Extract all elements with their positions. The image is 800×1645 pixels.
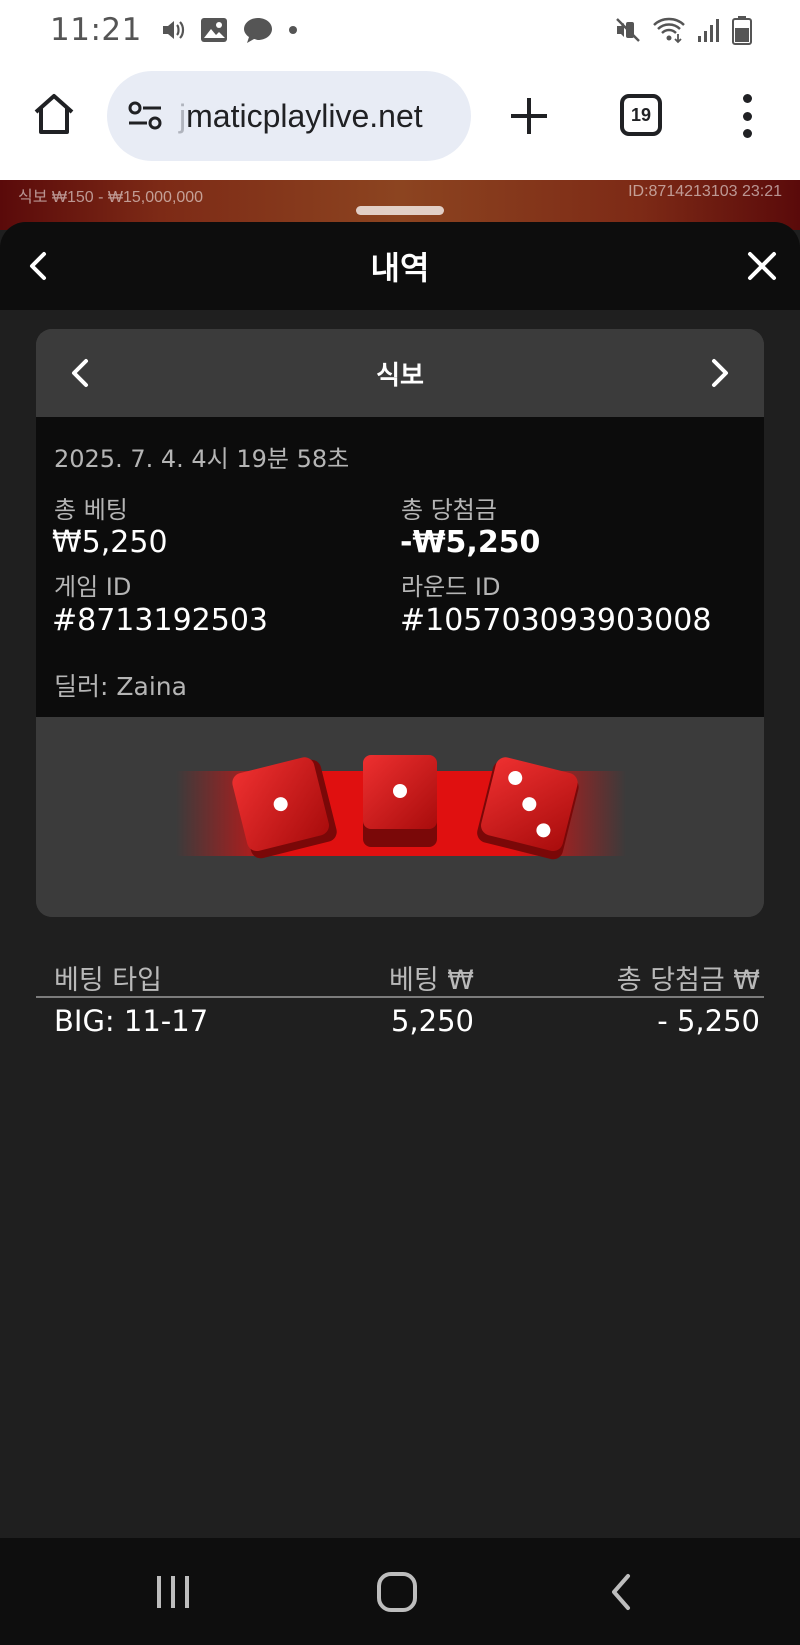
menu-dot — [742, 94, 752, 103]
url-text[interactable]: jmaticplaylive.net — [179, 98, 423, 135]
recents-button[interactable] — [155, 1572, 191, 1612]
game-id-label: 게임 ID — [54, 573, 132, 601]
game-id-value: #8713192503 — [52, 603, 269, 638]
next-round-button[interactable] — [704, 355, 734, 391]
address-bar[interactable]: jmaticplaylive.net — [107, 71, 471, 161]
die-2 — [363, 755, 437, 847]
round-id-label: 라운드 ID — [401, 573, 501, 601]
game-id-time: ID:8714213103 23:21 — [628, 183, 782, 200]
total-bet-label: 총 베팅 — [54, 496, 128, 524]
round-id-value: #105703093903008 — [400, 603, 712, 638]
round-navigator: 식보 — [36, 329, 764, 417]
header-bet-amount: 베팅 ₩ — [389, 965, 474, 996]
battery-icon — [732, 15, 752, 45]
chevron-left-icon — [72, 359, 88, 387]
browser-menu-button[interactable] — [735, 94, 759, 138]
status-bar: 11:21 — [0, 0, 800, 60]
chevron-left-icon — [30, 252, 46, 280]
mute-icon — [614, 16, 642, 44]
dice-result-graphic — [176, 755, 626, 860]
sheet-header: 내역 — [0, 222, 800, 310]
home-circle-icon — [377, 1572, 417, 1612]
dice-result — [36, 717, 764, 917]
total-win-cell: - 5,250 — [657, 1004, 760, 1038]
bet-type-cell: BIG: 11-17 — [54, 1004, 209, 1038]
android-navigation-bar — [0, 1538, 800, 1645]
menu-dot — [742, 111, 752, 121]
menu-dot — [742, 129, 752, 138]
home-icon — [34, 94, 74, 134]
url-domain: maticplaylive.net — [186, 97, 423, 134]
table-row: BIG: 11-17 5,250 - 5,250 — [36, 998, 764, 1046]
messenger-icon — [242, 16, 274, 44]
site-settings-icon[interactable] — [125, 96, 165, 136]
history-sheet: 내역 식보 2025. 7. 4. 4시 19분 58초 총 베팅 ₩5,250… — [0, 222, 800, 1538]
round-info: 2025. 7. 4. 4시 19분 58초 총 베팅 ₩5,250 총 당첨금… — [36, 417, 764, 717]
dealer-name: 딜러: Zaina — [54, 672, 187, 701]
browser-toolbar: jmaticplaylive.net 19 — [0, 60, 800, 180]
new-tab-button[interactable] — [505, 92, 553, 140]
sheet-title: 내역 — [370, 249, 430, 287]
status-icons-right — [614, 15, 752, 45]
status-time: 11:21 — [50, 12, 142, 48]
total-bet-value: ₩5,250 — [52, 525, 168, 560]
notification-dot-icon — [288, 25, 298, 35]
close-button[interactable] — [744, 248, 780, 284]
tab-switcher-button[interactable]: 19 — [620, 94, 662, 136]
home-button[interactable] — [30, 90, 78, 138]
recents-icon — [157, 1576, 189, 1608]
sheet-drag-handle[interactable] — [356, 206, 444, 215]
table-limits: 식보 ₩150 - ₩15,000,000 — [18, 189, 204, 206]
back-icon — [612, 1574, 630, 1610]
back-button[interactable] — [22, 246, 54, 286]
bet-amount-cell: 5,250 — [390, 1004, 474, 1038]
system-back-button[interactable] — [608, 1572, 634, 1612]
header-bet-type: 베팅 타입 — [54, 965, 162, 996]
system-home-button[interactable] — [376, 1571, 418, 1613]
round-datetime: 2025. 7. 4. 4시 19분 58초 — [54, 445, 350, 473]
wifi-icon — [652, 16, 686, 44]
status-icons-left — [160, 16, 298, 44]
game-name: 식보 — [376, 360, 424, 391]
close-icon — [748, 252, 776, 280]
round-detail-card: 식보 2025. 7. 4. 4시 19분 58초 총 베팅 ₩5,250 총 … — [36, 329, 764, 917]
previous-round-button[interactable] — [66, 355, 96, 391]
signal-icon — [696, 16, 722, 44]
total-win-label: 총 당첨금 — [401, 496, 497, 524]
chevron-right-icon — [712, 359, 728, 387]
bets-table-header: 베팅 타입 베팅 ₩ 총 당첨금 ₩ — [36, 952, 764, 998]
plus-icon — [511, 98, 547, 134]
image-icon — [200, 17, 228, 43]
bets-table: 베팅 타입 베팅 ₩ 총 당첨금 ₩ BIG: 11-17 5,250 - 5,… — [36, 952, 764, 1046]
total-win-value: -₩5,250 — [400, 525, 541, 560]
volume-icon — [160, 17, 186, 43]
header-total-win: 총 당첨금 ₩ — [616, 965, 760, 996]
